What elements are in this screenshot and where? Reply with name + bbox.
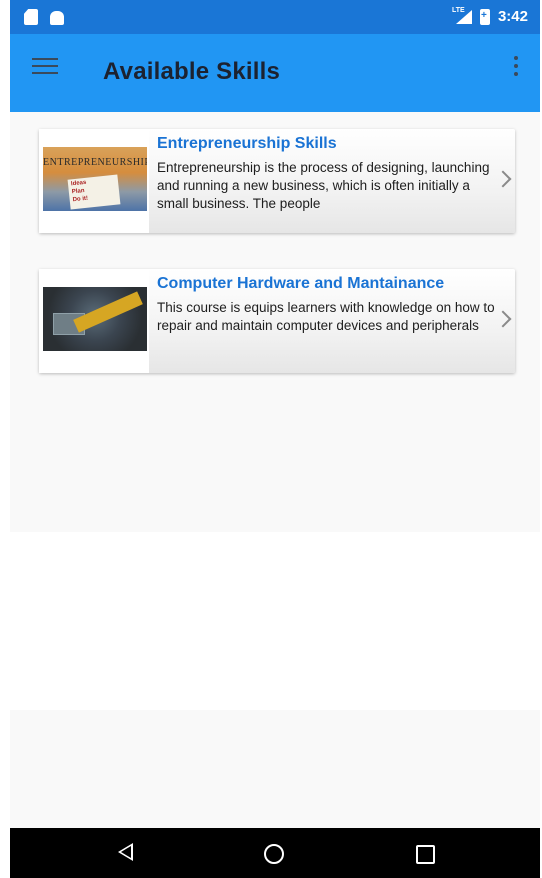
page-title: Available Skills [103,58,281,85]
navigation-bar [10,828,540,878]
skills-list: ENTREPRENEURSHIP Ideas Plan Do it! Entre… [10,112,540,532]
app-bar: Available Skills [10,34,540,112]
chevron-right-icon [494,310,512,328]
lte-signal-icon: LTE [452,7,472,24]
skill-title: Entrepreneurship Skills [157,135,337,152]
thumbnail-note: Ideas Plan Do it! [67,174,121,210]
overflow-menu-icon[interactable] [510,56,522,82]
back-icon[interactable] [118,843,133,861]
status-time: 3:42 [497,8,528,25]
footer-area [10,710,540,828]
skill-description: This course is equips learners with know… [157,300,495,333]
skill-card-computer-hardware[interactable]: Computer Hardware and Mantainance This c… [39,269,515,373]
battery-icon [479,8,490,25]
sd-card-icon [24,9,38,25]
status-bar: LTE 3:42 [10,0,540,34]
home-icon[interactable] [264,844,284,864]
card-thumbnail-area [39,269,149,373]
thumbnail-heading: ENTREPRENEURSHIP [43,157,147,168]
entrepreneurship-thumbnail: ENTREPRENEURSHIP Ideas Plan Do it! [43,147,147,211]
card-thumbnail-area: ENTREPRENEURSHIP Ideas Plan Do it! [39,129,149,233]
android-icon [50,11,64,25]
skill-description: Entrepreneurship is the process of desig… [157,160,490,211]
skill-card-entrepreneurship[interactable]: ENTREPRENEURSHIP Ideas Plan Do it! Entre… [39,129,515,233]
app-screen: LTE 3:42 Available Skills ENTREPRENEURSH… [10,0,540,878]
recent-apps-icon[interactable] [416,845,435,864]
thumbnail-screwdriver [73,291,143,333]
chevron-right-icon [494,170,512,188]
hardware-thumbnail [43,287,147,351]
menu-icon[interactable] [32,58,58,78]
skill-title: Computer Hardware and Mantainance [157,275,445,292]
